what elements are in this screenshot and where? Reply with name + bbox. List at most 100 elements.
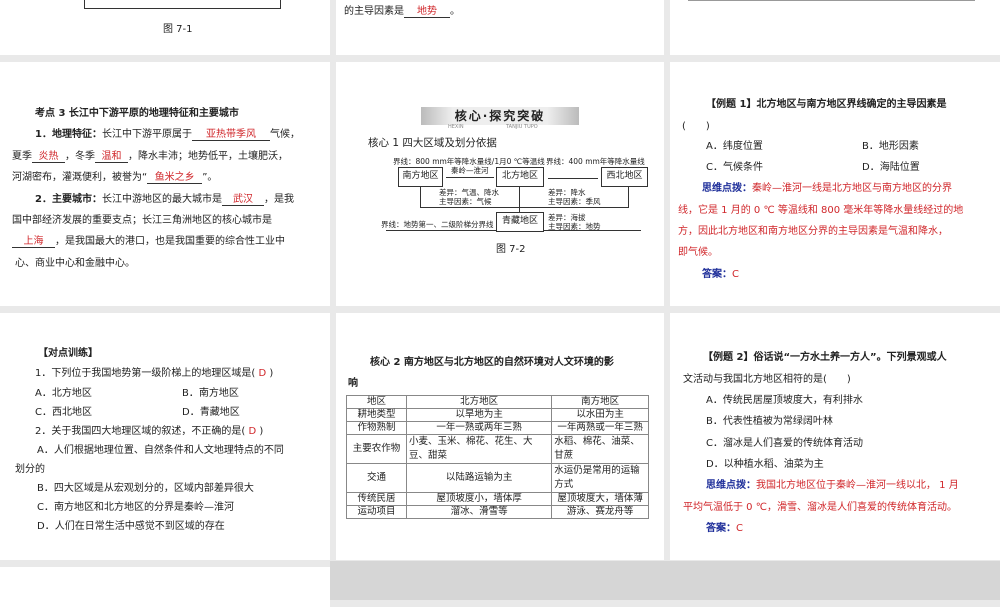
option-d: D．海陆位置 bbox=[862, 162, 920, 173]
section-heading-cont: 响 bbox=[348, 378, 358, 389]
table-row: 运动项目 溜冰、滑雪等 游泳、赛龙舟等 bbox=[346, 505, 649, 519]
text-line: 心、商业中心和金融中心。 bbox=[15, 258, 135, 269]
node-northwest-region: 西北地区 bbox=[601, 167, 648, 187]
banner-subtitle: HEXIN bbox=[448, 124, 464, 130]
slide-thumb-10[interactable] bbox=[0, 567, 330, 607]
table-row: 主要农作物 小麦、玉米、棉花、花生、大豆、甜菜 水稻、棉花、油菜、甘蔗 bbox=[346, 434, 649, 464]
table-row: 地区 北方地区 南方地区 bbox=[346, 395, 649, 409]
option-b: B．四大区域是从宏观划分的，区域内部差异很大 bbox=[37, 483, 254, 494]
answer-line: 答案：C bbox=[706, 523, 743, 534]
answer-line: 答案：C bbox=[702, 269, 739, 280]
arrow bbox=[446, 177, 494, 178]
blank-answer: 炎热 bbox=[32, 147, 65, 163]
option-d: D．以种植水稻、油菜为主 bbox=[706, 459, 824, 470]
option-a: A．纬度位置 bbox=[706, 141, 763, 152]
table-cell: 屋顶坡度小，墙体厚 bbox=[405, 492, 553, 506]
table-cell: 耕地类型 bbox=[346, 408, 407, 422]
table-cell: 地区 bbox=[346, 395, 407, 409]
blank-answer: 温和 bbox=[95, 147, 128, 163]
text: 的主导因素是 bbox=[344, 6, 404, 17]
text-line: 上海 ，是我国最大的港口，也是我国重要的综合性工业中 bbox=[12, 232, 285, 248]
question-2: 2．关于我国四大地理区域的叙述，不正确的是( D ) bbox=[35, 426, 264, 437]
table-cell: 传统民居 bbox=[346, 492, 407, 506]
question: 【例题 1】北方地区与南方地区界线确定的主导因素是 bbox=[706, 99, 947, 110]
table-bottom-edge bbox=[688, 0, 975, 1]
hint-line: 方，因此北方地区和南方地区分界的主导因素是气温和降水， bbox=[678, 226, 948, 237]
diagram-label: 界线：地势第一、二级阶梯分界线 bbox=[381, 220, 494, 229]
text-line: 夏季 炎热 ，冬季 温和 ，降水丰沛；地势低平，土壤肥沃， bbox=[12, 147, 288, 163]
figure-caption: 图 7-1 bbox=[163, 24, 193, 35]
option-c: C．气候条件 bbox=[706, 162, 763, 173]
blank-answer: 亚热带季风 bbox=[191, 125, 270, 141]
option-d: D．青藏地区 bbox=[182, 407, 240, 418]
arrow bbox=[548, 178, 598, 179]
table-row: 作物熟制 一年一熟或两年三熟 一年两熟或一年三熟 bbox=[346, 421, 649, 435]
banner-subtitle: TANJIU TUPO bbox=[506, 124, 538, 130]
option-c: C．南方地区和北方地区的分界是秦岭—淮河 bbox=[37, 502, 234, 513]
option-a-cont: 划分的 bbox=[15, 464, 45, 475]
option-d: D．人们在日常生活中感觉不到区域的存在 bbox=[37, 521, 225, 532]
diagram-label: 主导因素：气候 bbox=[439, 197, 492, 206]
node-qinghai-tibet-region: 青藏地区 bbox=[496, 212, 544, 232]
option-b: B．代表性植被为常绿阔叶林 bbox=[706, 416, 833, 427]
slide-thumb-8[interactable]: 核心 2 南方地区与北方地区的自然环境对人文环境的影 响 地区 北方地区 南方地区耕… bbox=[336, 313, 664, 560]
comparison-table: 地区 北方地区 南方地区 耕地类型 以旱地为主 以水田为主 作物熟制 一年一熟或两年三熟 一年两… bbox=[346, 395, 649, 519]
slide-thumb-7[interactable]: 【对点训练】 1．下列位于我国地势第一级阶梯上的地理区域是( D ) A．北方地… bbox=[0, 313, 330, 560]
table-cell: 水稻、棉花、油菜、甘蔗 bbox=[551, 434, 649, 464]
table-cell: 作物熟制 bbox=[346, 421, 407, 435]
text-line: 国中部经济发展的重要支点；长江三角洲地区的核心城市是 bbox=[12, 215, 272, 226]
hint-line: 线，它是 1 月的 0 ℃ 等温线和 800 毫米年等降水量线经过的地 bbox=[678, 205, 964, 216]
slide-thumb-1[interactable]: 图 7-1 bbox=[0, 0, 330, 55]
hint-line: 思维点拨：我国北方地区位于秦岭—淮河一线以北， 1 月 bbox=[706, 480, 959, 491]
table-cell: 南方地区 bbox=[551, 395, 649, 409]
blank-answer: 武汉 bbox=[221, 190, 264, 206]
option-a: A．传统民居屋顶坡度大，有利排水 bbox=[706, 395, 863, 406]
table-row: 耕地类型 以旱地为主 以水田为主 bbox=[346, 408, 649, 422]
blank-answer: 鱼米之乡 bbox=[147, 168, 203, 184]
question: 【例题 2】俗话说“一方水土养一方人”。下列景观或人 bbox=[703, 352, 947, 363]
table-cell: 以旱地为主 bbox=[405, 408, 553, 422]
table-cell: 主要农作物 bbox=[346, 434, 407, 464]
option-a: A．人们根据地理位置、自然条件和人文地理特点的不同 bbox=[37, 445, 284, 456]
text-line: 2．主要城市：长江中游地区的最大城市是 武汉 ，是我 bbox=[35, 190, 294, 206]
hint-line: 思维点拨：秦岭—淮河一线是北方地区与南方地区的分界 bbox=[702, 183, 952, 194]
node-north-region: 北方地区 bbox=[496, 167, 544, 187]
table-cell: 一年两熟或一年三熟 bbox=[551, 421, 649, 435]
diagram-label: 主导因素：地势 bbox=[548, 222, 601, 231]
slide-thumb-6[interactable]: 【例题 1】北方地区与南方地区界线确定的主导因素是 ( ) A．纬度位置 B．地… bbox=[670, 62, 1000, 306]
slide-thumb-2[interactable]: 的主导因素是 地势。 bbox=[336, 0, 664, 55]
table-cell: 屋顶坡度大，墙体薄 bbox=[551, 492, 649, 506]
option-a: A．北方地区 bbox=[35, 388, 92, 399]
table-cell: 一年一熟或两年三熟 bbox=[405, 421, 553, 435]
hint-line: 即气候。 bbox=[678, 247, 718, 258]
option-b: B．地形因素 bbox=[862, 141, 919, 152]
text-line: 河湖密布，灌溉便利，被誉为“ 鱼米之乡”。 bbox=[12, 168, 217, 184]
slide-thumb-3[interactable] bbox=[670, 0, 1000, 55]
text: 。 bbox=[450, 6, 460, 17]
section-heading: 核心 1 四大区域及划分依据 bbox=[368, 137, 497, 149]
node-south-region: 南方地区 bbox=[398, 167, 443, 187]
table-cell: 以陆路运输为主 bbox=[405, 463, 553, 493]
table-row: 交通 以陆路运输为主 水运仍是常用的运输方式 bbox=[346, 463, 649, 493]
table-cell: 交通 bbox=[346, 463, 407, 493]
option-c: C．西北地区 bbox=[35, 407, 92, 418]
diagram-label: 界线：400 mm年等降水量线 bbox=[546, 157, 645, 166]
table-cell: 小麦、玉米、棉花、花生、大豆、甜菜 bbox=[405, 434, 553, 464]
map-figure bbox=[84, 0, 281, 9]
section-title: 考点 3 长江中下游平原的地理特征和主要城市 bbox=[35, 108, 239, 119]
section-title: 【对点训练】 bbox=[38, 348, 98, 359]
text-line: 1．地理特征：长江中下游平原属于 亚热带季风 气候， bbox=[35, 125, 300, 141]
slide-thumb-9[interactable]: 【例题 2】俗话说“一方水土养一方人”。下列景观或人 文活动与我国北方地区相符的… bbox=[670, 313, 1000, 560]
text-line: 的主导因素是 地势。 bbox=[344, 2, 460, 18]
blank-answer: 地势 bbox=[404, 2, 450, 18]
answer-paren: ( ) bbox=[682, 121, 710, 132]
slide-thumb-4[interactable]: 考点 3 长江中下游平原的地理特征和主要城市 1．地理特征：长江中下游平原属于亚… bbox=[0, 62, 330, 306]
slide-thumb-5[interactable]: 核心·探究突破 HEXIN TANJIU TUPO 核心 1 四大区域及划分依据… bbox=[336, 62, 664, 306]
table-row: 传统民居 屋顶坡度小，墙体厚 屋顶坡度大，墙体薄 bbox=[346, 492, 649, 506]
table-cell: 北方地区 bbox=[405, 395, 553, 409]
hint-line: 平均气温低于 0 ℃，滑雪、溜冰是人们喜爱的传统体育活动。 bbox=[683, 502, 957, 513]
question-1: 1．下列位于我国地势第一级阶梯上的地理区域是( D ) bbox=[35, 368, 274, 379]
section-heading: 核心 2 南方地区与北方地区的自然环境对人文环境的影 bbox=[370, 357, 614, 368]
figure-caption: 图 7-2 bbox=[496, 244, 526, 255]
empty-area bbox=[330, 561, 1000, 600]
